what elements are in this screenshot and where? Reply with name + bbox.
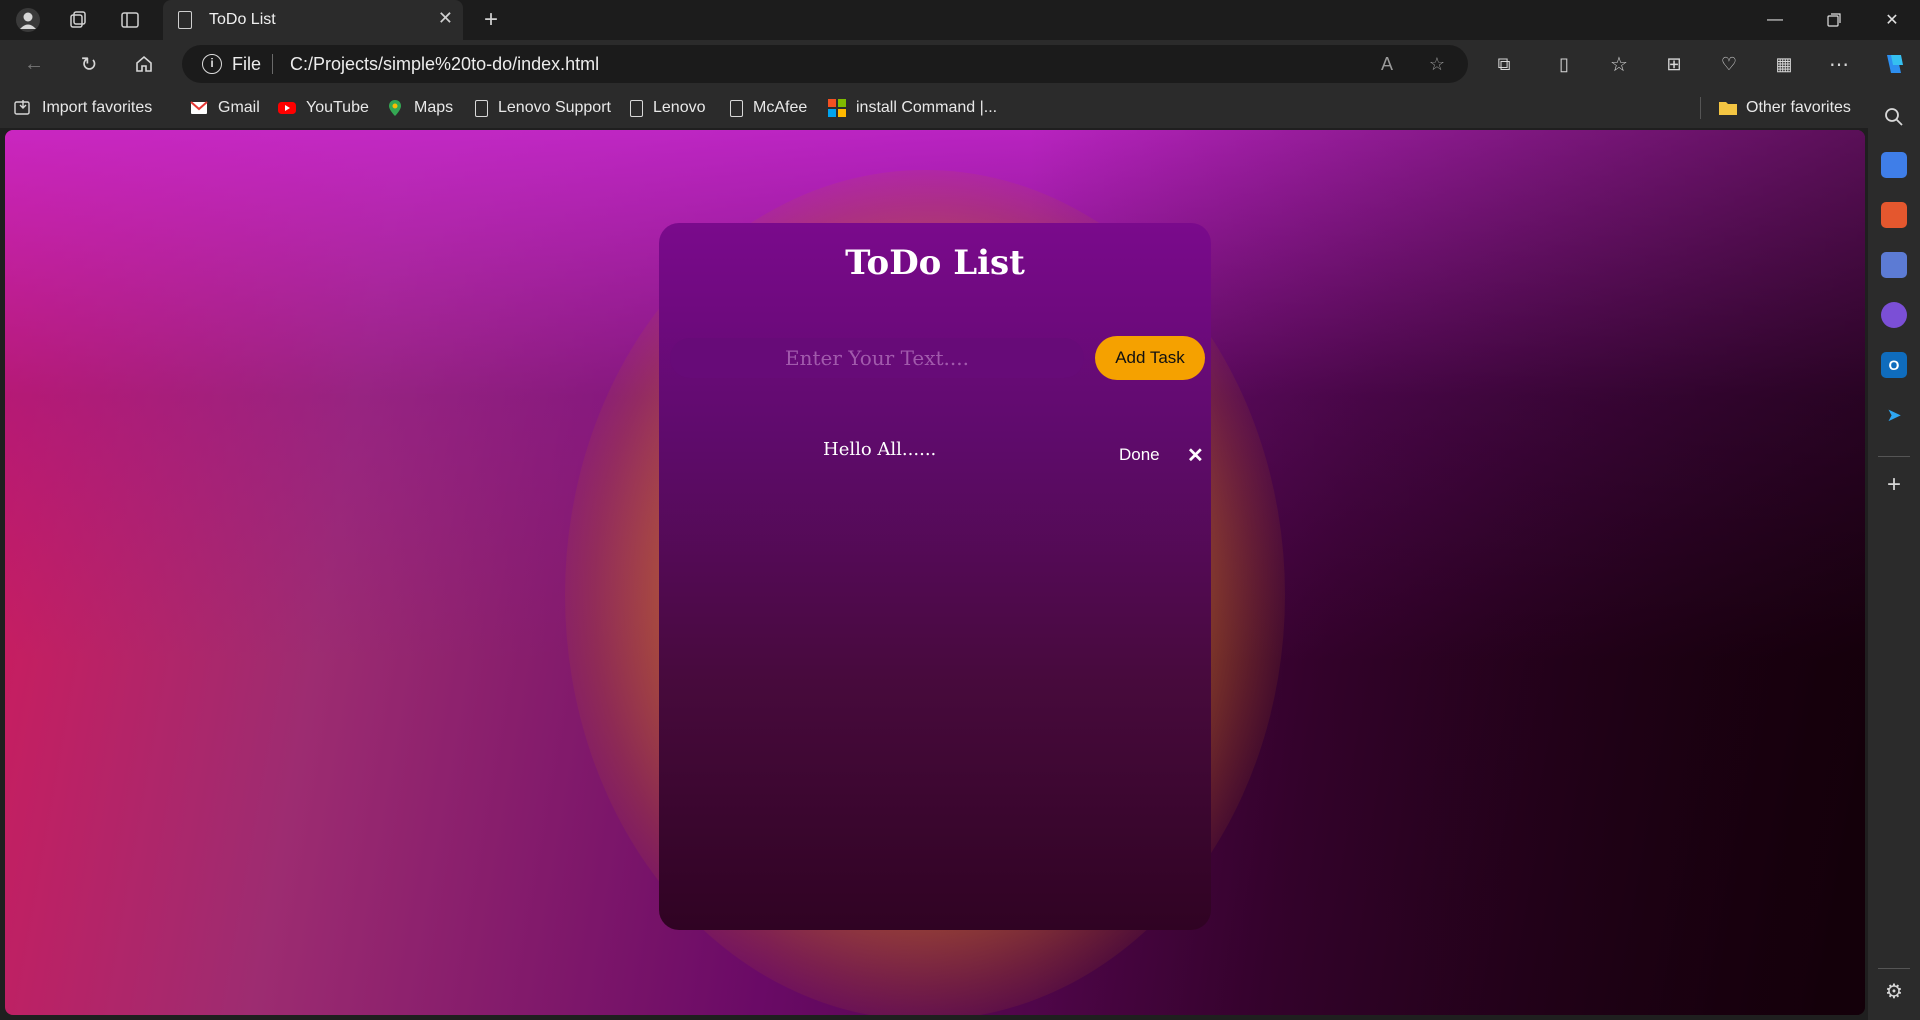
fav-other-favorites[interactable]: Other favorites [1718,97,1851,119]
delete-task-icon[interactable]: ✕ [1187,443,1204,468]
favorites-bar: Import favorites Gmail YouTube Maps Leno… [0,88,1920,128]
todo-card: ToDo List Add Task Hello All...... Done … [659,223,1211,930]
app-title: ToDo List [845,243,1025,283]
edge-sidebar: O ➤ + ⚙ [1868,88,1920,1020]
tab-title: ToDo List [209,11,276,28]
collections-icon[interactable]: ⊞ [1660,50,1688,78]
fav-label: Gmail [218,99,260,116]
title-bar: ToDo List ✕ + — ✕ [0,0,1920,40]
browser-essentials-icon[interactable]: ♡ [1715,50,1743,78]
close-window-button[interactable]: ✕ [1864,0,1920,40]
task-input[interactable] [670,338,1084,378]
favbar-divider [1700,97,1701,119]
more-menu-icon[interactable]: ⋯ [1825,50,1853,78]
import-icon [14,99,32,117]
fav-install-command[interactable]: install Command |... [828,97,997,119]
fav-label: McAfee [753,99,808,116]
folder-icon [1718,99,1737,117]
new-tab-icon[interactable]: + [475,6,507,34]
tools-icon[interactable] [1881,202,1907,228]
restore-button[interactable] [1806,0,1862,40]
info-icon[interactable]: i [202,54,222,74]
fav-label: Lenovo [653,99,706,116]
address-divider [272,54,273,74]
fav-import-favorites[interactable]: Import favorites [14,97,152,119]
fav-label: Other favorites [1746,99,1851,116]
navigation-bar: ← ↻ i File C:/Projects/simple%20to-do/in… [0,40,1920,88]
gmail-icon [190,99,208,117]
read-aloud-icon[interactable]: A [1374,51,1400,77]
split-screen-icon[interactable]: ▯ [1550,50,1578,78]
microsoft-365-icon[interactable] [1881,302,1907,328]
fav-lenovo[interactable]: Lenovo [630,97,706,119]
tab-todo-list[interactable]: ToDo List ✕ [163,0,463,40]
fav-label: Maps [414,99,454,116]
back-icon[interactable]: ← [20,50,48,78]
close-tab-icon[interactable]: ✕ [438,8,453,29]
document-icon [730,99,743,117]
copilot-icon[interactable] [1880,50,1908,78]
document-icon [178,11,192,29]
sidebar-divider [1878,456,1910,457]
fav-label: YouTube [306,99,369,116]
vertical-tabs-icon[interactable] [114,6,146,34]
shopping-tag-icon[interactable] [1881,152,1907,178]
fav-gmail[interactable]: Gmail [190,97,260,119]
maps-pin-icon [386,99,404,117]
add-task-button[interactable]: Add Task [1095,336,1205,380]
workspaces-icon[interactable] [62,6,94,34]
fav-maps[interactable]: Maps [386,97,453,119]
settings-gear-icon[interactable]: ⚙ [1881,978,1907,1004]
document-icon [630,99,643,117]
document-icon [475,99,488,117]
apps-icon[interactable]: ▦ [1770,50,1798,78]
youtube-icon [278,99,296,117]
games-icon[interactable] [1881,252,1907,278]
microsoft-icon [828,99,846,117]
add-icon[interactable]: + [1881,471,1907,498]
address-bar[interactable]: i File C:/Projects/simple%20to-do/index.… [182,45,1468,83]
profile-avatar-icon[interactable] [12,6,44,34]
search-icon[interactable] [1881,104,1907,130]
favorites-icon[interactable]: ☆ [1605,50,1633,78]
fav-label: Lenovo Support [498,99,611,116]
url-scheme: File [232,54,262,74]
fav-mcafee[interactable]: McAfee [730,97,807,119]
done-button[interactable]: Done [1119,445,1160,465]
url-text[interactable]: C:/Projects/simple%20to-do/index.html [290,54,599,75]
favorite-star-icon[interactable]: ☆ [1424,51,1450,77]
send-icon[interactable]: ➤ [1881,402,1907,428]
sidebar-divider [1878,968,1910,969]
fav-lenovo-support[interactable]: Lenovo Support [475,97,611,119]
fav-youtube[interactable]: YouTube [278,97,369,119]
refresh-icon[interactable]: ↻ [75,50,103,78]
task-item-text: Hello All...... [823,439,937,460]
fav-label: Import favorites [42,99,153,116]
fav-label: install Command |... [856,99,998,116]
outlook-icon[interactable]: O [1881,352,1907,378]
home-icon[interactable] [130,50,158,78]
extensions-icon[interactable]: ⧉ [1490,50,1518,78]
page-viewport: ToDo List Add Task Hello All...... Done … [5,130,1865,1015]
minimize-button[interactable]: — [1747,0,1803,40]
